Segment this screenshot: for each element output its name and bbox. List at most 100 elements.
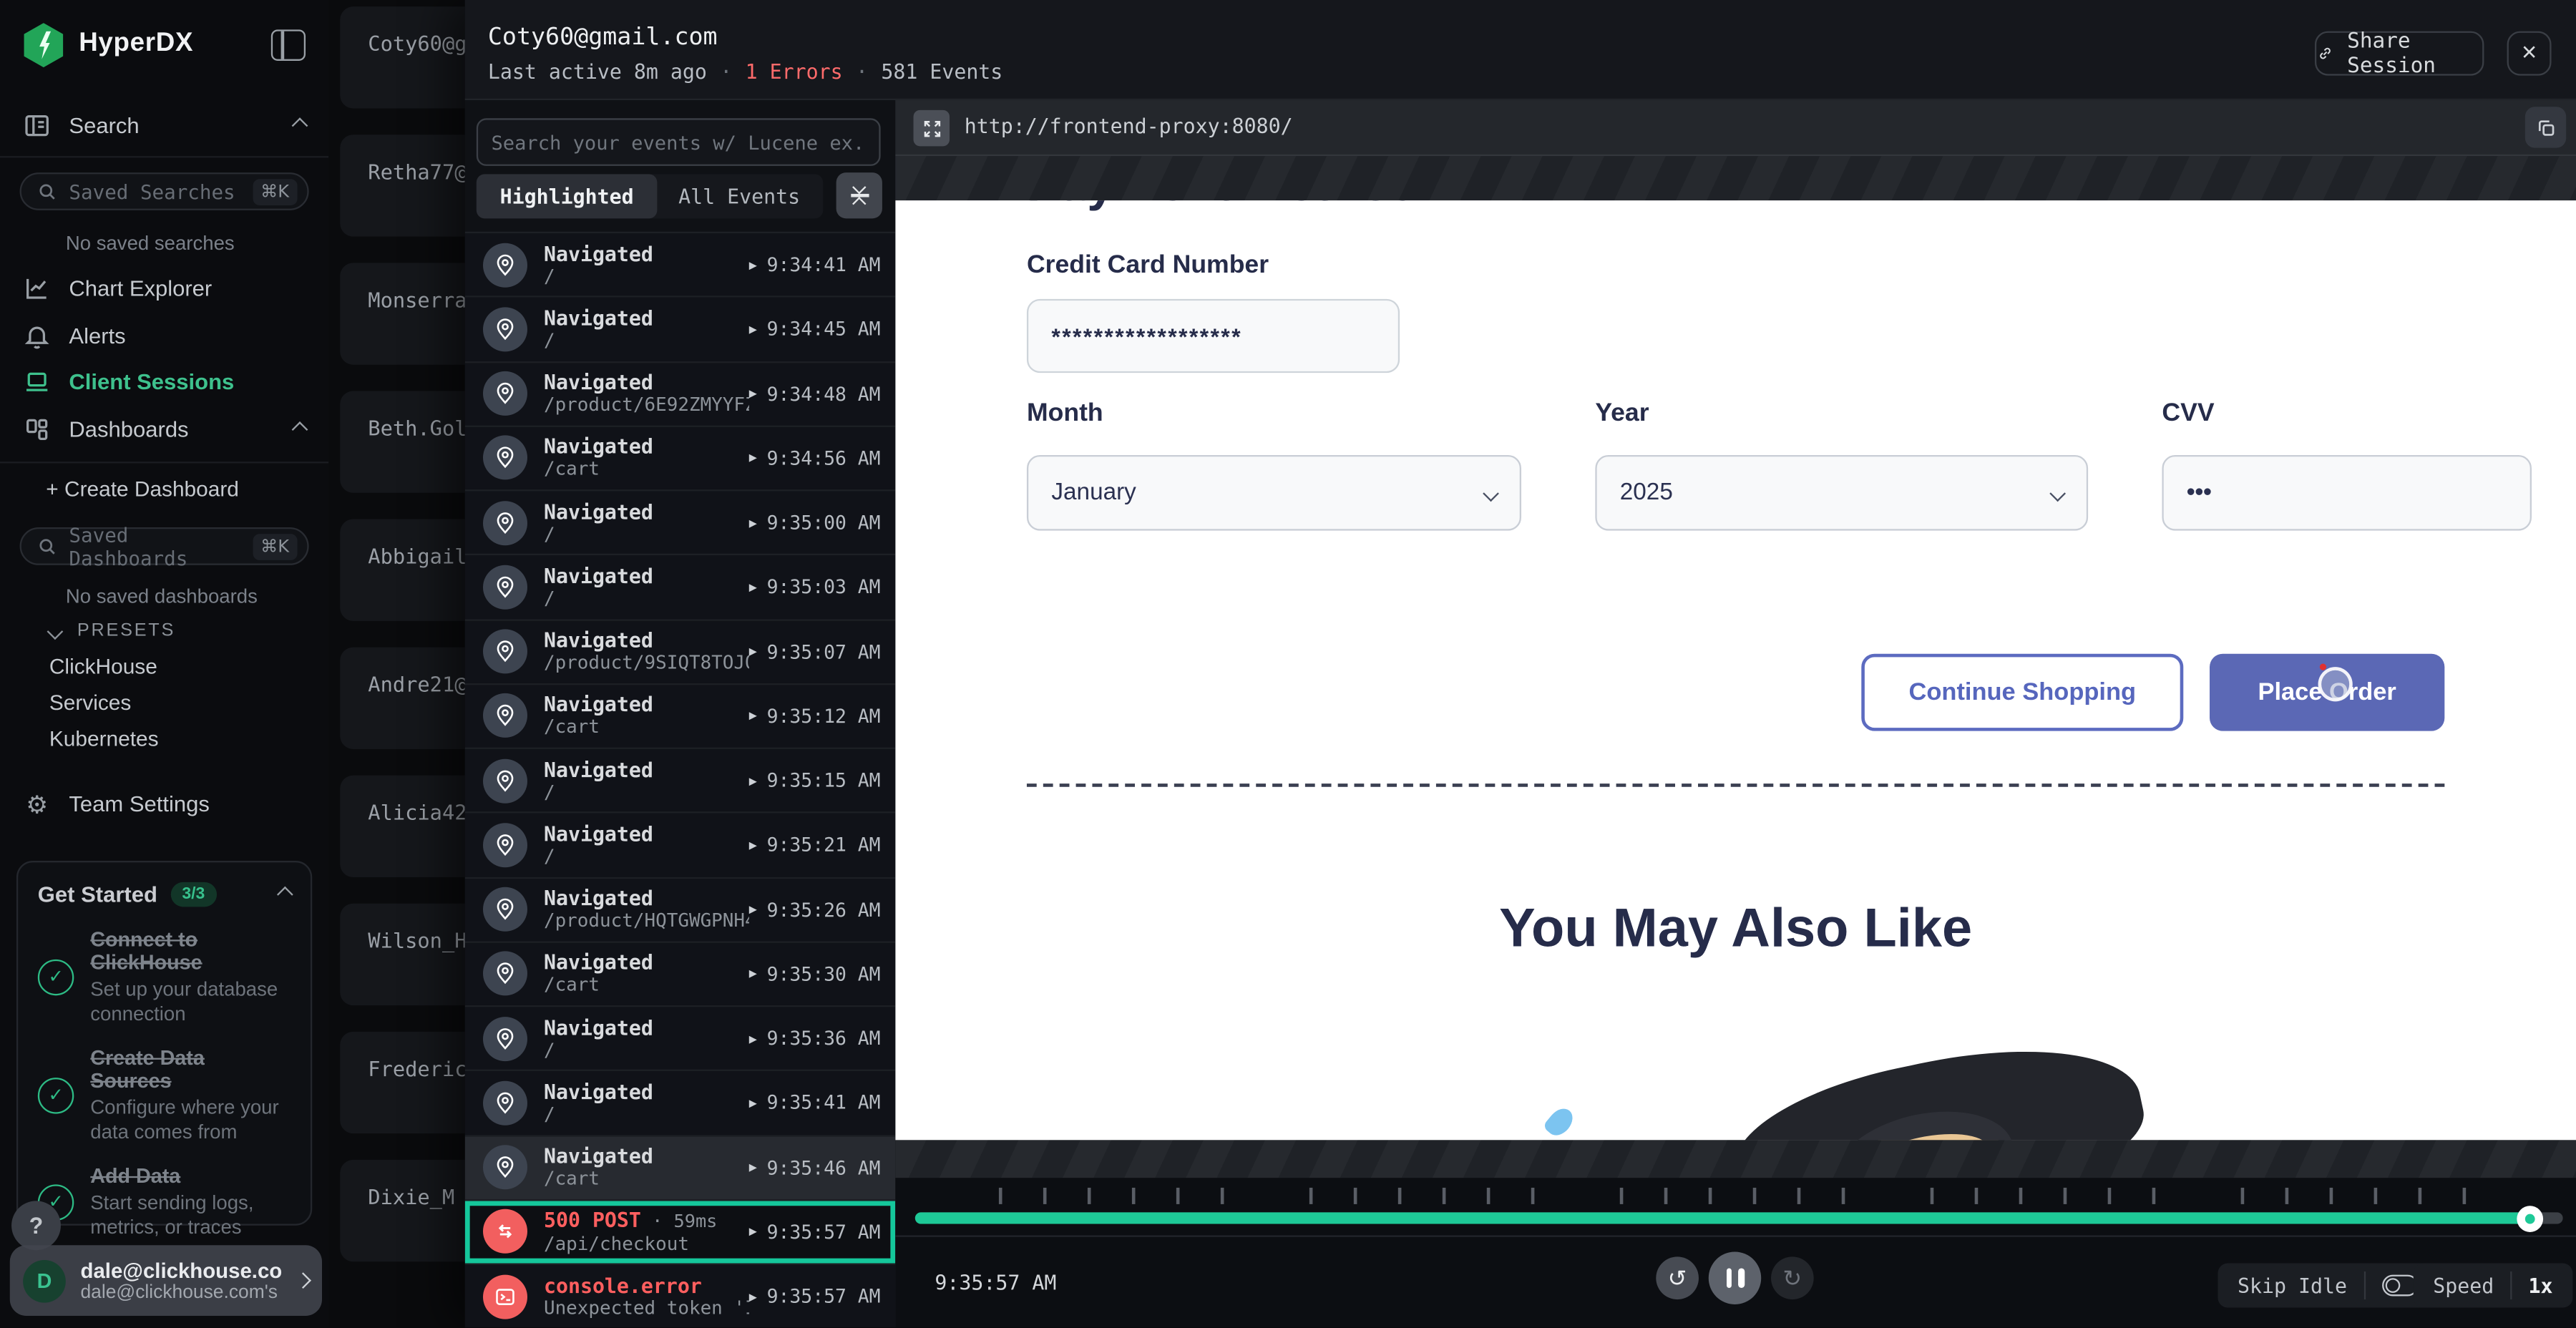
session-card[interactable]: Frederic [340,1032,464,1133]
sidebar-item-team-settings[interactable]: ⚙ Team Settings [23,790,210,818]
event-row[interactable]: Navigated/cart▶9:34:56 AM [465,426,896,491]
session-email: Coty60@gmail.com [488,24,718,51]
collapse-events-button[interactable] [836,172,882,218]
preset-item[interactable]: ClickHouse [49,654,159,678]
pause-button[interactable] [1709,1251,1761,1304]
events-panel: Search your events w/ Lucene ex. colum H… [465,100,896,1328]
saved-searches-placeholder: Saved Searches [69,180,252,202]
copy-icon[interactable] [2525,107,2566,147]
chevron-up-icon[interactable] [277,887,293,903]
sidebar-item-search[interactable]: Search [23,112,306,140]
event-row[interactable]: 500 POST · 59ms/api/checkout▶9:35:57 AM [465,1201,896,1265]
event-row[interactable]: Navigated/▶9:35:15 AM [465,749,896,814]
user-chip[interactable]: D dale@clickhouse.com dale@clickhouse.co… [10,1245,322,1316]
create-dashboard-button[interactable]: + Create Dashboard [46,477,239,501]
month-select[interactable]: January [1027,455,1521,531]
event-timestamp: ▶9:34:41 AM [749,253,881,276]
event-title: 500 POST · 59ms [544,1209,749,1234]
chevron-right-icon [295,1272,311,1289]
event-row[interactable]: Navigated/▶9:35:00 AM [465,491,896,555]
session-card[interactable]: Monserra [340,263,464,364]
get-started-item[interactable]: ✓Add DataStart sending logs, metrics, or… [38,1165,291,1239]
event-row[interactable]: Navigated/product/HQTGWGPNH4▶9:35:26 AM [465,878,896,942]
session-card[interactable]: Abbigail [340,519,464,621]
play-icon: ▶ [749,386,757,401]
play-icon: ▶ [749,1031,757,1046]
sidebar-item-chart-explorer[interactable]: Chart Explorer [23,274,212,302]
preset-item[interactable]: Services [49,690,159,714]
session-detail-overlay: Coty60@gmail.com Last active 8m ago · 1 … [465,0,2576,1328]
event-search-input[interactable]: Search your events w/ Lucene ex. colum [477,118,881,166]
share-session-button[interactable]: Share Session [2315,31,2484,76]
presets-toggle[interactable]: PRESETS [49,621,175,641]
sidebar-item-client-sessions[interactable]: Client Sessions [23,368,234,396]
event-row[interactable]: Navigated/▶9:35:36 AM [465,1007,896,1071]
continue-shopping-button[interactable]: Continue Shopping [1861,654,2183,731]
credit-card-input[interactable]: ****************** [1027,299,1400,373]
skip-idle-button[interactable]: Skip Idle [2218,1264,2437,1308]
event-row[interactable]: Navigated/▶9:35:03 AM [465,556,896,620]
event-timestamp: ▶9:35:21 AM [749,834,881,856]
event-title: Navigated [544,630,749,653]
event-path: /cart [544,717,749,738]
replay-letterbox-top [895,156,2576,200]
get-started-item[interactable]: ✓Connect to ClickHouseSet up your databa… [38,928,291,1025]
current-time: 9:35:57 AM [935,1271,1056,1294]
event-row[interactable]: Navigated/▶9:35:21 AM [465,814,896,878]
sidebar-item-dashboards[interactable]: Dashboards [23,416,306,444]
timeline-knob[interactable] [2517,1205,2543,1231]
event-row[interactable]: Navigated/cart▶9:35:30 AM [465,942,896,1007]
preset-item[interactable]: Kubernetes [49,726,159,751]
event-title: Navigated [544,887,749,910]
tab-highlighted[interactable]: Highlighted [477,174,658,218]
event-row[interactable]: console.errorUnexpected token 'I'…▶9:35:… [465,1265,896,1328]
session-card[interactable]: Alicia42 [340,776,464,877]
event-row[interactable]: Navigated/cart▶9:35:12 AM [465,685,896,749]
session-card[interactable]: Beth.Gol [340,391,464,492]
event-row[interactable]: Navigated/cart▶9:35:46 AM [465,1136,896,1201]
get-started-item[interactable]: ✓Create Data SourcesConfigure where your… [38,1047,291,1143]
get-started-item-title: Connect to ClickHouse [90,928,291,974]
close-button[interactable]: × [2507,31,2552,76]
session-card[interactable]: Wilson_H [340,904,464,1005]
event-path: /api/checkout [544,1234,749,1255]
session-card[interactable]: Coty60@g [340,6,464,108]
session-card[interactable]: Retha77@ [340,135,464,236]
session-card[interactable]: Andre21@ [340,648,464,749]
event-title: Navigated [544,565,749,588]
get-started-title: Get Started [38,882,157,907]
loop-button[interactable]: ↻ [1771,1256,1814,1299]
sidebar-collapse-icon[interactable] [271,29,306,61]
event-row[interactable]: Navigated/product/9SIQT8TOJO▶9:35:07 AM [465,620,896,685]
check-circle-icon: ✓ [38,1077,74,1113]
play-icon: ▶ [749,258,757,273]
playback-timeline[interactable] [895,1178,2576,1237]
event-timestamp: ▶9:34:56 AM [749,446,881,469]
play-icon: ▶ [749,1289,757,1304]
event-title: Navigated [544,371,749,394]
sidebar-item-alerts[interactable]: Alerts [23,322,126,350]
replay-url-bar: http://frontend-proxy:8080/ [895,100,2576,156]
lightning-icon [39,31,51,59]
help-button[interactable]: ? [11,1201,61,1250]
saved-dashboards-input[interactable]: Saved Dashboards ⌘K [20,527,309,565]
event-row[interactable]: Navigated/▶9:34:41 AM [465,233,896,298]
saved-searches-input[interactable]: Saved Searches ⌘K [20,172,309,210]
year-select[interactable]: 2025 [1595,455,2088,531]
search-icon [38,537,58,557]
rewind-button[interactable]: ↺ [1656,1256,1699,1299]
tab-all-events[interactable]: All Events [657,174,821,218]
speed-button[interactable]: Speed 1x [2414,1264,2572,1308]
event-timestamp: ▶9:35:57 AM [749,1285,881,1308]
event-timestamp: ▶9:35:26 AM [749,898,881,921]
navigation-pin-icon [483,371,527,416]
cvv-input[interactable]: ••• [2162,455,2532,531]
app-root: HyperDX Search Saved Searches ⌘K No save… [0,0,2576,1328]
event-row[interactable]: Navigated/product/6E92ZMYYFZ▶9:34:48 AM [465,362,896,426]
session-card[interactable]: Dixie_M [340,1160,464,1261]
event-row[interactable]: Navigated/▶9:35:41 AM [465,1072,896,1136]
event-path: / [544,1039,749,1060]
event-row[interactable]: Navigated/▶9:34:45 AM [465,298,896,362]
timeline-track[interactable] [915,1212,2563,1224]
expand-icon[interactable] [914,110,950,147]
